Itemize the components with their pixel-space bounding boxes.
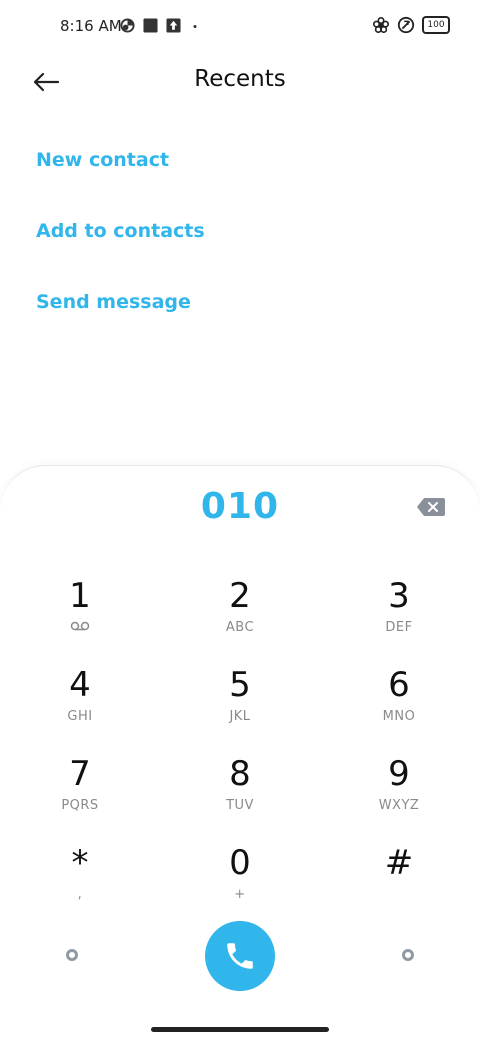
voicemail-icon <box>20 620 140 636</box>
status-time: 8:16 AM <box>60 17 122 35</box>
action-list: New contact Add to contacts Send message <box>36 142 436 355</box>
no-sim-icon <box>397 16 415 34</box>
key-6[interactable]: 6 MNO <box>339 665 459 735</box>
status-bar: 8:16 AM 100 <box>0 0 480 56</box>
home-indicator[interactable] <box>151 1027 329 1032</box>
key-1[interactable]: 1 <box>20 576 140 646</box>
key-8[interactable]: 8 TUV <box>180 754 300 824</box>
status-left-icons <box>120 18 201 33</box>
key-letters: ABC <box>225 620 255 635</box>
status-right-icons: 100 <box>372 16 450 34</box>
key-letters: TUV <box>226 798 254 813</box>
key-4[interactable]: 4 GHI <box>20 665 140 735</box>
key-3[interactable]: 3 DEF <box>339 576 459 646</box>
key-star[interactable]: * , <box>20 843 140 913</box>
key-digit: 8 <box>229 754 251 794</box>
new-contact-link[interactable]: New contact <box>36 142 436 213</box>
send-message-link[interactable]: Send message <box>36 284 436 355</box>
dialed-number: 010 <box>200 486 280 527</box>
key-letters: WXYZ <box>378 798 420 813</box>
key-digit: 2 <box>229 576 251 616</box>
key-hash[interactable]: # <box>339 843 459 913</box>
sim-left-icon[interactable] <box>66 949 78 961</box>
key-digit: 0 <box>229 843 251 883</box>
key-digit: * <box>71 843 89 883</box>
header: Recents <box>0 56 480 108</box>
call-button[interactable] <box>205 921 275 991</box>
key-letters: + <box>234 887 246 902</box>
key-5[interactable]: 5 JKL <box>180 665 300 735</box>
key-letters: DEF <box>385 620 413 635</box>
call-row <box>0 921 480 993</box>
data-saver-icon <box>120 18 135 33</box>
upload-notification-icon <box>166 18 181 33</box>
key-9[interactable]: 9 WXYZ <box>339 754 459 824</box>
key-digit: 3 <box>388 576 410 616</box>
key-letters <box>339 887 459 903</box>
key-letters: MNO <box>382 709 416 724</box>
key-letters: , <box>77 887 83 902</box>
key-digit: # <box>384 843 414 883</box>
key-digit: 1 <box>69 576 91 616</box>
square-notification-icon <box>143 18 158 33</box>
page-title: Recents <box>194 66 286 92</box>
backspace-button[interactable] <box>415 496 447 518</box>
sim-right-icon[interactable] <box>402 949 414 961</box>
key-digit: 7 <box>69 754 91 794</box>
key-2[interactable]: 2 ABC <box>180 576 300 646</box>
key-digit: 6 <box>388 665 410 705</box>
key-letters: JKL <box>229 709 251 724</box>
phone-icon <box>227 943 253 969</box>
key-0[interactable]: 0 + <box>180 843 300 913</box>
key-digit: 9 <box>388 754 410 794</box>
key-7[interactable]: 7 PQRS <box>20 754 140 824</box>
key-letters: PQRS <box>61 798 99 813</box>
backspace-icon <box>417 498 445 516</box>
flower-icon <box>372 16 390 34</box>
add-to-contacts-link[interactable]: Add to contacts <box>36 213 436 284</box>
key-digit: 4 <box>69 665 91 705</box>
dot-icon <box>189 18 201 33</box>
key-digit: 5 <box>229 665 251 705</box>
key-letters: GHI <box>67 709 93 724</box>
battery-icon: 100 <box>422 16 450 34</box>
dialpad-panel: 010 1 2 ABC 3 DEF 4 GHI 5 JKL 6 MNO 7 PQ… <box>0 465 480 1041</box>
